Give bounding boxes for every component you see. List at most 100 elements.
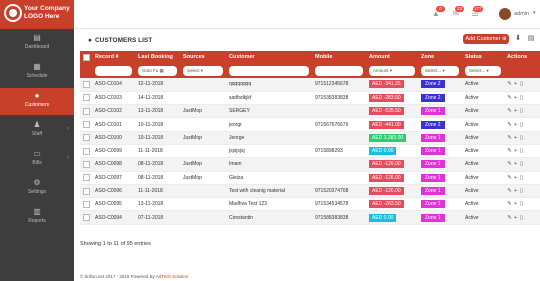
table-row[interactable]: ASO-C0094 07-11-2018 Constantin 97158838383… [80,210,540,225]
add-customer-button[interactable]: Add Customer ⊕ [463,34,509,44]
customer-filter-input[interactable] [229,65,309,76]
sidebar-item-schedule[interactable]: ▦ Schedule [0,59,74,86]
delete-icon[interactable]: ▯ [519,215,524,221]
row-checkbox[interactable] [83,80,90,88]
add-icon[interactable]: + [513,161,518,167]
header-status[interactable]: Status [462,51,504,63]
row-checkbox[interactable] [83,187,90,195]
delete-icon[interactable]: ▯ [519,81,524,87]
row-checkbox[interactable] [83,160,90,168]
cell-status: Active [462,78,504,92]
edit-icon[interactable]: ✎ [507,122,512,128]
avatar[interactable] [499,8,511,20]
add-icon[interactable]: + [513,201,518,207]
add-icon[interactable]: + [513,188,518,194]
header-zone[interactable]: Zone [418,51,462,63]
row-checkbox[interactable] [83,107,90,115]
row-checkbox-cell [80,197,92,212]
zone-badge: Zone 1 [421,213,445,222]
header-sources[interactable]: Sources [180,51,226,63]
table-row[interactable]: ASO-C0101 10-11-2018 jeorgr 971567676676 AED… [80,117,540,132]
sidebar-item-bills[interactable]: ▭ Bills ‹ [0,146,74,173]
select-all-checkbox[interactable] [83,53,90,61]
add-icon[interactable]: + [513,95,518,101]
table-row[interactable]: ASO-C0099 11-11-2018 jsjsjsjsj 9715898293 AE… [80,144,540,159]
delete-icon[interactable]: ▯ [519,188,524,194]
row-checkbox[interactable] [83,134,90,142]
cell-status: Active [462,144,504,159]
cell-date: 08-11-2018 [135,157,180,172]
add-icon[interactable]: + [513,135,518,141]
delete-icon[interactable]: ▯ [519,108,524,114]
mobile-filter-input[interactable] [315,65,363,76]
chevron-down-icon[interactable]: ▾ [533,10,536,16]
header-mobile[interactable]: Mobile [312,51,366,63]
table-row[interactable]: ASO-C0096 11-11-2018 Test with cleanig mat… [80,184,540,199]
brand-link[interactable]: AdTech Solution [156,274,189,279]
print-icon[interactable]: ▤ [527,35,535,43]
table-row[interactable]: ASO-C0100 10-11-2018 JustMop Jeorge AED 3,38… [80,131,540,145]
row-checkbox[interactable] [83,174,90,182]
cell-date: 14-11-2018 [135,91,180,106]
add-icon[interactable]: + [513,215,518,221]
table-row[interactable]: ASO-C0102 13-11-2018 JustMop SERGEY AED -535… [80,104,540,119]
edit-icon[interactable]: ✎ [507,135,512,141]
header-record[interactable]: Record # [92,51,135,63]
edit-icon[interactable]: ✎ [507,201,512,207]
logo-line-1: Your Company [24,5,70,12]
add-icon[interactable]: + [513,108,518,114]
row-checkbox-cell [80,210,92,225]
edit-icon[interactable]: ✎ [507,148,512,154]
delete-icon[interactable]: ▯ [519,122,524,128]
zone-filter-select[interactable]: Select... ▾ [421,65,459,76]
edit-icon[interactable]: ✎ [507,108,512,114]
sidebar-item-dashboard[interactable]: ▤ Dashboard [0,30,74,57]
table-row[interactable]: ASO-C0095 13-11-2018 Madhva Test 123 971534… [80,197,540,212]
user-menu-label[interactable]: admin [514,11,529,17]
header-amount[interactable]: Amount [366,51,418,63]
sidebar-item-customers[interactable]: ● Customers [0,88,74,115]
status-filter-select[interactable]: Select... ▾ [465,65,501,76]
cell-actions: ✎ + ▯ [504,157,540,172]
delete-icon[interactable]: ▯ [519,201,524,207]
delete-icon[interactable]: ▯ [519,175,524,181]
table-row[interactable]: ASO-C0098 08-11-2018 JustMop Imam AED -126.0… [80,157,540,172]
edit-icon[interactable]: ✎ [507,161,512,167]
download-icon[interactable]: ⬇ [514,35,522,43]
edit-icon[interactable]: ✎ [507,215,512,221]
header-customer[interactable]: Customer [226,51,312,63]
delete-icon[interactable]: ▯ [519,95,524,101]
cell-actions: ✎ + ▯ [504,78,540,92]
edit-icon[interactable]: ✎ [507,188,512,194]
edit-icon[interactable]: ✎ [507,175,512,181]
edit-icon[interactable]: ✎ [507,95,512,101]
company-logo[interactable]: Your Company LOGO Here [0,0,74,29]
header-last-booking[interactable]: Last Booking [135,51,180,63]
cell-actions: ✎ + ▯ [504,197,540,212]
sidebar-item-reports[interactable]: ▥ Reports [0,204,74,231]
add-icon[interactable]: + [513,81,518,87]
sidebar-item-settings[interactable]: ⚙ Settings [0,175,74,202]
record-filter-input[interactable] [95,65,132,76]
sidebar-item-staff[interactable]: ♟ Staff ‹ [0,117,74,144]
row-checkbox[interactable] [83,121,90,129]
delete-icon[interactable]: ▯ [519,161,524,167]
add-icon[interactable]: + [513,175,518,181]
table-row[interactable]: ASO-C0104 12-11-2018 qqqqqqqq 971512345678 A… [80,78,540,92]
delete-icon[interactable]: ▯ [519,135,524,141]
table-row[interactable]: ASO-C0097 08-11-2018 JustMop Gleiza AED -126… [80,171,540,185]
delete-icon[interactable]: ▯ [519,148,524,154]
cell-actions: ✎ + ▯ [504,131,540,145]
cell-record: ASO-C0099 [92,144,135,159]
row-checkbox[interactable] [83,94,90,102]
add-icon[interactable]: + [513,122,518,128]
date-filter-input[interactable]: Goto Fu ▦ [138,65,177,76]
amount-filter-select[interactable]: Amount ▾ [369,65,415,76]
table-row[interactable]: ASO-C0103 14-11-2018 sadfsdkjkf 97153838383… [80,91,540,106]
edit-icon[interactable]: ✎ [507,81,512,87]
row-checkbox[interactable] [83,147,90,155]
row-checkbox[interactable] [83,200,90,208]
sources-filter-select[interactable]: Select ▾ [183,65,223,76]
row-checkbox[interactable] [83,214,90,222]
add-icon[interactable]: + [513,148,518,154]
